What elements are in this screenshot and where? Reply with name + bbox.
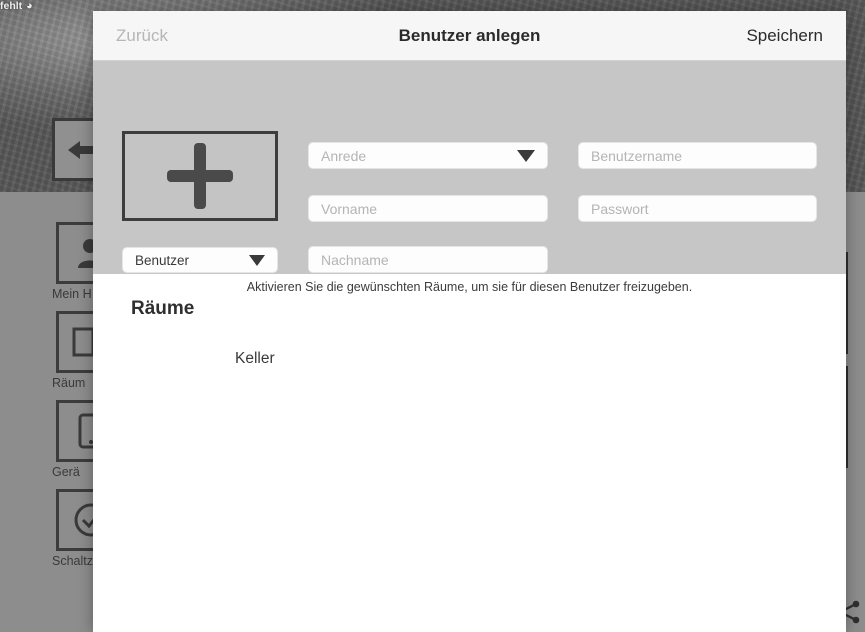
back-button[interactable]: Zurück xyxy=(116,26,168,46)
status-bar-left: fehlt ◕ xyxy=(0,0,33,13)
chevron-down-icon xyxy=(249,254,265,266)
password-input[interactable] xyxy=(578,195,817,222)
status-text: fehlt xyxy=(0,0,23,12)
user-form-panel: Benutzer Anrede xyxy=(93,61,846,274)
room-group-label-keller: Keller xyxy=(235,350,275,367)
first-name-input[interactable] xyxy=(308,195,548,222)
last-name-input[interactable] xyxy=(308,246,548,273)
wifi-icon: ◕ xyxy=(26,0,33,12)
rooms-heading: Räume xyxy=(131,298,195,319)
user-type-value: Benutzer xyxy=(135,252,190,268)
save-button[interactable]: Speichern xyxy=(746,26,823,46)
salutation-select[interactable]: Anrede xyxy=(308,142,548,169)
rooms-hint-text: Aktivieren Sie die gewünschten Räume, um… xyxy=(246,280,693,294)
modal-header: Zurück Benutzer anlegen Speichern xyxy=(93,11,846,61)
user-type-select[interactable]: Benutzer xyxy=(122,247,278,273)
rooms-panel: Aktivieren Sie die gewünschten Räume, um… xyxy=(93,274,846,632)
avatar-picker[interactable] xyxy=(122,131,278,221)
username-input[interactable] xyxy=(578,142,817,169)
page-title: Benutzer anlegen xyxy=(398,25,541,45)
chevron-down-icon xyxy=(517,149,535,162)
salutation-value: Anrede xyxy=(321,147,367,164)
create-user-modal: Zurück Benutzer anlegen Speichern Benutz… xyxy=(93,11,846,632)
plus-icon xyxy=(167,143,233,209)
